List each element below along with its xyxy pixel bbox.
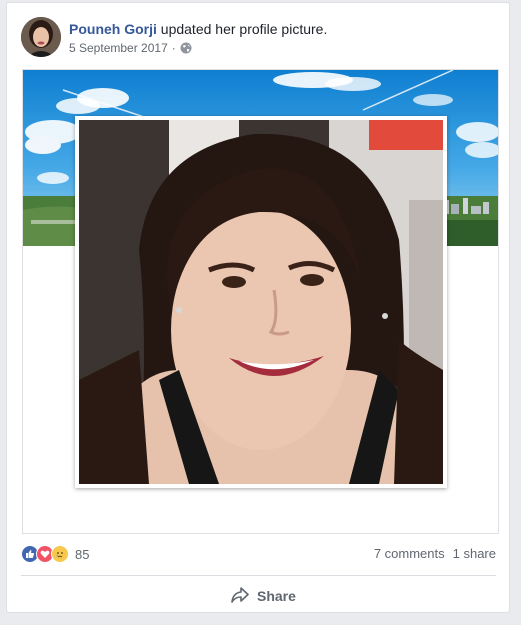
post-action-text: updated her profile picture. [160, 21, 328, 37]
post-header: Pouneh Gorji updated her profile picture… [69, 20, 327, 38]
post-meta: 5 September 2017 · [69, 41, 192, 55]
author-name-link[interactable]: Pouneh Gorji [69, 21, 157, 37]
profile-picture [79, 120, 443, 484]
share-label: Share [257, 588, 296, 604]
meta-separator: · [171, 41, 176, 55]
post-date-link[interactable]: 5 September 2017 [69, 41, 168, 55]
profile-picture-frame[interactable] [75, 116, 447, 488]
globe-icon[interactable] [180, 42, 192, 54]
post-card: Pouneh Gorji updated her profile picture… [6, 2, 510, 613]
photo-attachment[interactable] [22, 69, 499, 534]
author-avatar[interactable] [21, 17, 61, 57]
share-button[interactable]: Share [231, 585, 296, 607]
reaction-count: 85 [75, 546, 90, 562]
avatar-image [21, 17, 61, 57]
post-stats: 7 comments 1 share [374, 546, 496, 561]
shares-count-link[interactable]: 1 share [453, 546, 496, 561]
sad-icon [51, 545, 69, 563]
comments-count-link[interactable]: 7 comments [374, 546, 445, 561]
reactions-summary[interactable]: 85 [21, 545, 89, 563]
share-icon [231, 586, 249, 606]
footer-divider [21, 575, 496, 576]
